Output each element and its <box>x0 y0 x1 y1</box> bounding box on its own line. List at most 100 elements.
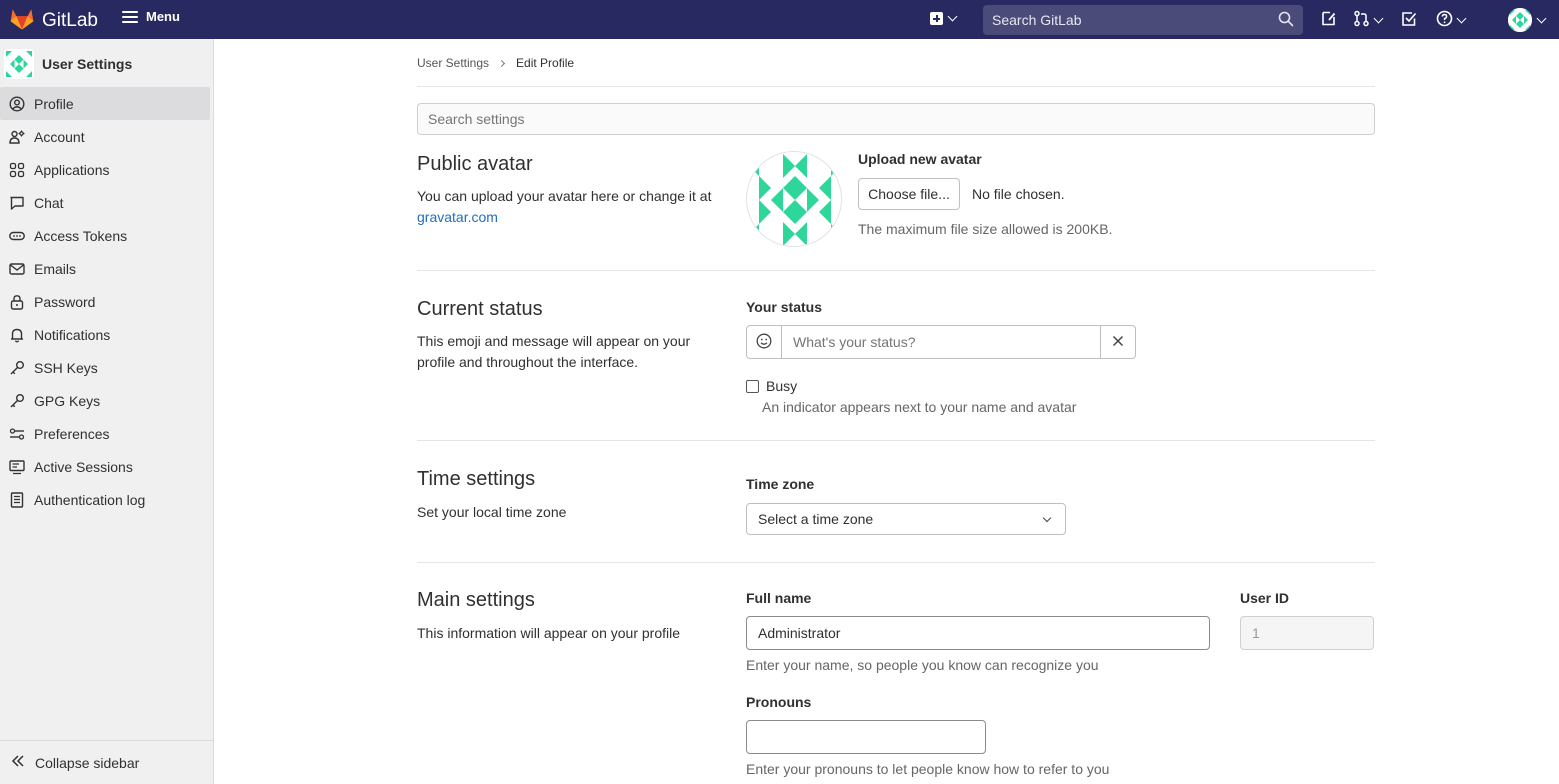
sidebar-item-emails[interactable]: Emails <box>0 252 213 285</box>
sidebar-item-label: Preferences <box>34 425 110 442</box>
sidebar-item-profile[interactable]: Profile <box>0 87 210 120</box>
collapse-sidebar-label: Collapse sidebar <box>35 754 140 771</box>
gitlab-wordmark: GitLab <box>42 9 98 31</box>
settings-sidebar: User Settings Profile Account Applicatio… <box>0 39 214 784</box>
breadcrumb-edit-profile[interactable]: Edit Profile <box>516 56 574 70</box>
public-avatar-description: You can upload your avatar here or chang… <box>417 186 727 228</box>
busy-help-text: An indicator appears next to your name a… <box>762 399 1077 415</box>
sidebar-item-notifications[interactable]: Notifications <box>0 318 213 351</box>
chat-icon <box>9 195 25 211</box>
busy-label[interactable]: Busy <box>766 378 797 394</box>
sidebar-item-label: Applications <box>34 161 110 178</box>
breadcrumb: User Settings Edit Profile <box>417 56 574 70</box>
full-name-input[interactable] <box>746 616 1210 650</box>
key-icon <box>9 360 25 376</box>
navbar-icons <box>1320 10 1467 30</box>
help-button[interactable] <box>1436 10 1467 30</box>
avatar-preview <box>746 151 842 247</box>
key-icon <box>9 393 25 409</box>
public-avatar-description-text: You can upload your avatar here or chang… <box>417 188 712 204</box>
sidebar-item-ssh-keys[interactable]: SSH Keys <box>0 351 213 384</box>
sidebar-item-account[interactable]: Account <box>0 120 213 153</box>
sidebar-item-label: SSH Keys <box>34 359 98 376</box>
sidebar-item-label: Authentication log <box>34 491 146 508</box>
chevron-down-icon <box>1042 513 1052 522</box>
user-avatar-icon <box>4 49 34 79</box>
chevron-down-icon <box>1456 13 1467 23</box>
gitlab-tanuki-icon <box>10 8 34 33</box>
emoji-picker-button[interactable] <box>747 326 782 358</box>
applications-icon <box>9 162 25 178</box>
user-avatar-icon <box>1508 8 1532 32</box>
time-zone-select[interactable]: Select a time zone <box>746 503 1066 535</box>
todos-button[interactable] <box>1401 11 1417 30</box>
new-dropdown-button[interactable] <box>930 11 958 25</box>
sidebar-header[interactable]: User Settings <box>4 49 132 79</box>
sidebar-item-applications[interactable]: Applications <box>0 153 213 186</box>
time-settings-description: Set your local time zone <box>417 504 567 520</box>
your-status-label: Your status <box>746 299 822 315</box>
sidebar-item-password[interactable]: Password <box>0 285 213 318</box>
top-navbar: GitLab Menu Search GitLab <box>0 0 1559 39</box>
no-file-chosen-text: No file chosen. <box>972 186 1065 202</box>
sidebar-item-label: Emails <box>34 260 77 277</box>
monitor-icon <box>9 459 25 475</box>
breadcrumb-user-settings[interactable]: User Settings <box>417 56 489 70</box>
sidebar-item-label: GPG Keys <box>34 392 101 409</box>
menu-button[interactable]: Menu <box>122 9 180 24</box>
public-avatar-heading: Public avatar <box>417 153 533 175</box>
gravatar-link[interactable]: gravatar.com <box>417 209 498 225</box>
user-id-label: User ID <box>1240 590 1290 606</box>
sidebar-item-access-tokens[interactable]: Access Tokens <box>0 219 213 252</box>
sidebar-item-label: Password <box>34 293 96 310</box>
collapse-sidebar-button[interactable]: Collapse sidebar <box>0 740 213 784</box>
gitlab-logo-link[interactable]: GitLab <box>10 8 98 33</box>
section-divider <box>417 440 1375 441</box>
todo-check-icon <box>1401 11 1417 30</box>
max-file-size-help: The maximum file size allowed is 200KB. <box>858 221 1113 237</box>
main-settings-heading: Main settings <box>417 589 535 611</box>
choose-file-button[interactable]: Choose file... <box>858 178 960 210</box>
chevron-down-icon <box>1536 13 1547 23</box>
section-divider <box>417 562 1375 563</box>
sidebar-item-gpg-keys[interactable]: GPG Keys <box>0 384 213 417</box>
plus-square-icon <box>930 12 943 25</box>
main-settings-description: This information will appear on your pro… <box>417 625 681 641</box>
issues-icon <box>1320 10 1337 30</box>
chevron-down-icon <box>947 11 958 22</box>
sidebar-item-label: Notifications <box>34 326 111 343</box>
sidebar-item-label: Profile <box>34 95 74 112</box>
lock-icon <box>9 294 25 310</box>
user-id-input <box>1240 616 1374 650</box>
busy-checkbox[interactable] <box>746 380 759 393</box>
sidebar-item-label: Account <box>34 128 85 145</box>
chevron-down-icon <box>1373 13 1384 23</box>
smiley-icon <box>756 333 772 352</box>
sidebar-item-authentication-log[interactable]: Authentication log <box>0 483 213 516</box>
mail-icon <box>9 261 25 277</box>
sidebar-item-chat[interactable]: Chat <box>0 186 213 219</box>
sidebar-item-preferences[interactable]: Preferences <box>0 417 213 450</box>
section-divider <box>417 270 1375 271</box>
full-name-label: Full name <box>746 590 812 606</box>
sidebar-item-label: Access Tokens <box>34 227 128 244</box>
global-search-box[interactable]: Search GitLab <box>983 5 1303 35</box>
current-status-heading: Current status <box>417 298 543 320</box>
status-message-input[interactable] <box>782 326 1100 358</box>
merge-request-icon <box>1353 10 1370 30</box>
clear-status-button[interactable] <box>1100 326 1135 358</box>
merge-requests-button[interactable] <box>1353 10 1384 30</box>
issues-button[interactable] <box>1320 10 1337 30</box>
profile-icon <box>9 95 25 112</box>
global-search-input[interactable]: Search GitLab <box>992 12 1278 28</box>
current-status-description: This emoji and message will appear on yo… <box>417 333 691 370</box>
pronouns-input[interactable] <box>746 720 986 754</box>
account-icon <box>9 129 25 145</box>
bell-icon <box>9 327 25 343</box>
upload-avatar-label: Upload new avatar <box>858 151 982 167</box>
user-menu-button[interactable] <box>1508 8 1547 32</box>
time-zone-select-value: Select a time zone <box>758 511 874 527</box>
search-settings-input[interactable] <box>417 103 1375 135</box>
sidebar-title: User Settings <box>42 56 133 72</box>
sidebar-item-active-sessions[interactable]: Active Sessions <box>0 450 213 483</box>
